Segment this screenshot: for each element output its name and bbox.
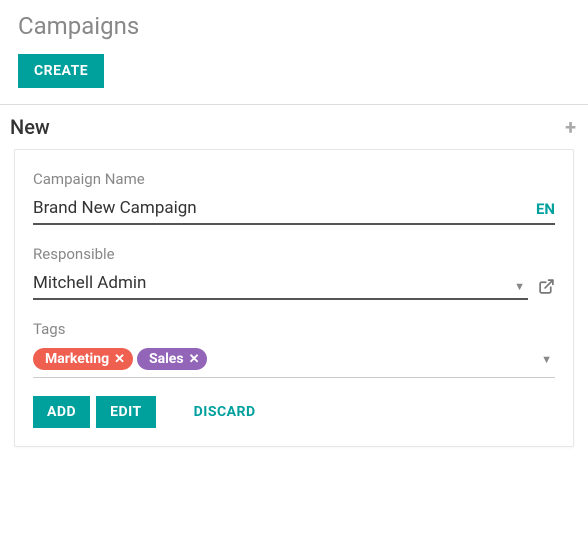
campaign-name-field: Campaign Name EN bbox=[33, 170, 555, 225]
add-stage-icon[interactable]: + bbox=[565, 117, 576, 137]
tag-remove-icon[interactable]: ✕ bbox=[114, 353, 125, 366]
tags-caret-down-icon: ▼ bbox=[538, 353, 555, 366]
edit-button[interactable]: EDIT bbox=[96, 396, 156, 428]
tag: Sales ✕ bbox=[137, 348, 207, 370]
tags-input[interactable]: Marketing ✕ Sales ✕ ▼ bbox=[33, 348, 555, 378]
page-title: Campaigns bbox=[18, 12, 570, 40]
responsible-label: Responsible bbox=[33, 245, 555, 263]
card-actions: ADD EDIT DISCARD bbox=[33, 396, 555, 428]
discard-button[interactable]: DISCARD bbox=[180, 396, 270, 428]
tag-label: Sales bbox=[149, 351, 184, 367]
tags-label: Tags bbox=[33, 320, 555, 338]
responsible-value: Mitchell Admin bbox=[33, 273, 511, 293]
language-badge[interactable]: EN bbox=[528, 200, 555, 218]
page-header: Campaigns CREATE bbox=[0, 0, 588, 104]
caret-down-icon: ▼ bbox=[511, 280, 528, 293]
campaign-name-input[interactable] bbox=[33, 198, 528, 218]
tags-field: Tags Marketing ✕ Sales ✕ ▼ bbox=[33, 320, 555, 378]
tag-label: Marketing bbox=[45, 351, 109, 367]
tag-remove-icon[interactable]: ✕ bbox=[189, 353, 200, 366]
campaign-name-label: Campaign Name bbox=[33, 170, 555, 188]
add-button[interactable]: ADD bbox=[33, 396, 90, 428]
tag: Marketing ✕ bbox=[33, 348, 133, 370]
external-link-icon[interactable] bbox=[538, 278, 555, 300]
campaign-name-input-wrap: EN bbox=[33, 198, 555, 225]
stage-header: New + bbox=[0, 115, 588, 149]
campaign-card: Campaign Name EN Responsible Mitchell Ad… bbox=[14, 149, 574, 447]
tags-list: Marketing ✕ Sales ✕ bbox=[33, 348, 532, 370]
kanban-stage: New + Campaign Name EN Responsible Mitch… bbox=[0, 105, 588, 447]
stage-title: New bbox=[10, 115, 50, 139]
responsible-field: Responsible Mitchell Admin ▼ bbox=[33, 245, 555, 300]
responsible-select[interactable]: Mitchell Admin ▼ bbox=[33, 273, 528, 300]
create-button[interactable]: CREATE bbox=[18, 54, 104, 88]
